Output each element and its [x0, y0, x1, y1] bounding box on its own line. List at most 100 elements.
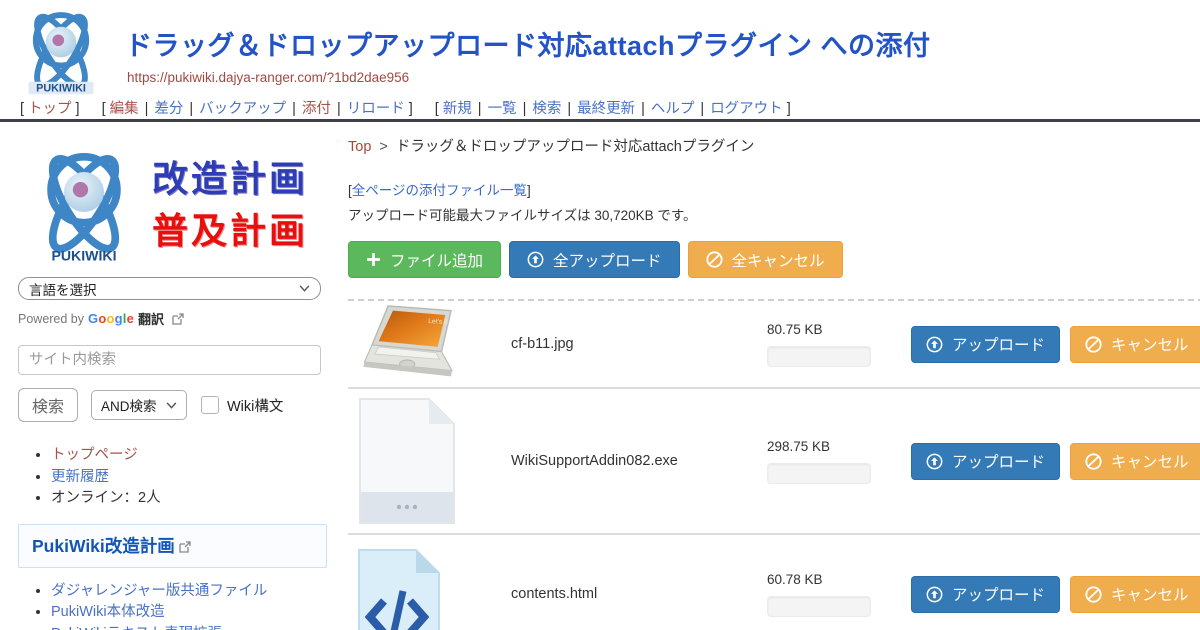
nav-link-diff[interactable]: 差分: [154, 101, 183, 117]
ban-icon: [1085, 586, 1102, 603]
upload-circle-icon: [926, 586, 943, 603]
list-item: ダジャレンジャー版共通ファイル: [51, 581, 333, 602]
external-link-icon: [172, 313, 184, 325]
attach-file-list-line: [全ページの添付ファイル一覧]: [348, 179, 1200, 199]
chevron-down-icon: [299, 285, 310, 292]
nav-link-edit[interactable]: 編集: [110, 101, 139, 117]
bracket: ]: [527, 183, 531, 198]
ban-icon: [1085, 453, 1102, 470]
main-content: Top > ドラッグ＆ドロップアップロード対応attachプラグイン [全ページの添…: [333, 122, 1200, 630]
separator: |: [567, 101, 571, 117]
sidebar-link-history[interactable]: 更新履歴: [51, 469, 109, 485]
upload-circle-icon: [926, 336, 943, 353]
language-select-value: 言語を選択: [29, 279, 97, 299]
upload-button[interactable]: アップロード: [911, 443, 1060, 480]
project-box-link[interactable]: PukiWiki改造計画: [32, 536, 175, 556]
sidebar-top-links: トップページ 更新履歴 オンライン：2人: [18, 445, 333, 509]
nav-link-attach[interactable]: 添付: [302, 101, 331, 117]
sidebar-link-text-ext[interactable]: PukiWikiテキスト表現拡張: [51, 626, 222, 630]
sidebar-link-toppage[interactable]: トップページ: [51, 447, 138, 463]
upload-progress-bar: [767, 346, 871, 367]
search-button[interactable]: 検索: [18, 388, 78, 422]
cancel-all-button[interactable]: 全キャンセル: [688, 241, 843, 278]
page-title: ドラッグ＆ドロップアップロード対応attachプラグイン への添付: [125, 24, 931, 63]
translate-label: 翻訳: [138, 309, 164, 328]
project-box: PukiWiki改造計画: [18, 524, 327, 568]
external-link-icon: [179, 541, 191, 553]
list-item: PukiWikiテキスト表現拡張: [51, 624, 333, 630]
upload-button[interactable]: アップロード: [911, 576, 1060, 613]
nav-link-reload[interactable]: リロード: [347, 101, 405, 117]
pukiwiki-logo: PUKIWIKI: [18, 145, 150, 265]
language-select[interactable]: 言語を選択: [18, 277, 321, 300]
bulk-actions: ファイル追加 全アップロード 全キャンセル: [348, 241, 1200, 278]
online-count: オンライン：2人: [51, 490, 161, 506]
sidebar-link-common-files[interactable]: ダジャレンジャー版共通ファイル: [51, 583, 267, 599]
page-url-link[interactable]: https://pukiwiki.dajya-ranger.com/?1bd2d…: [127, 70, 409, 85]
bracket: [: [20, 101, 24, 117]
upload-all-button[interactable]: 全アップロード: [509, 241, 680, 278]
file-row: Let's 8 cf-b11.jpg 80.75 KB: [348, 301, 1200, 389]
logo-caption: PUKIWIKI: [51, 247, 116, 263]
search-mode-select[interactable]: AND検索: [91, 390, 187, 420]
nav-link-logout[interactable]: ログアウト: [710, 101, 783, 117]
breadcrumb-current: ドラッグ＆ドロップアップロード対応attachプラグイン: [396, 139, 755, 155]
search-mode-value: AND検索: [101, 395, 157, 415]
chevron-down-icon: [166, 402, 177, 409]
file-size: 60.78 KB: [767, 572, 897, 587]
separator: |: [641, 101, 645, 117]
code-file-icon: [358, 549, 440, 630]
bracket: [: [435, 101, 439, 117]
banner-fukyuu-text: 普及計画: [152, 205, 308, 257]
nav-link-help[interactable]: ヘルプ: [651, 101, 695, 117]
list-item: PukiWiki本体改造: [51, 602, 333, 623]
breadcrumb: Top > ドラッグ＆ドロップアップロード対応attachプラグイン: [348, 135, 1200, 156]
separator: |: [189, 101, 193, 117]
wiki-syntax-checkbox[interactable]: [201, 396, 219, 414]
file-row: contents.html 60.78 KB アップロード: [348, 535, 1200, 630]
separator: |: [337, 101, 341, 117]
nav-link-top[interactable]: トップ: [28, 101, 72, 117]
nav-link-backup[interactable]: バックアップ: [199, 101, 286, 117]
ban-icon: [1085, 336, 1102, 353]
google-translate-attribution: Powered by Google 翻訳: [18, 309, 333, 328]
file-name: cf-b11.jpg: [511, 336, 767, 352]
breadcrumb-home-link[interactable]: Top: [348, 139, 371, 155]
file-size: 298.75 KB: [767, 439, 897, 454]
bracket: ]: [76, 101, 80, 117]
attach-file-list-link[interactable]: 全ページの添付ファイル一覧: [352, 183, 527, 198]
nav-link-list[interactable]: 一覧: [488, 101, 517, 117]
ban-icon: [706, 251, 723, 268]
separator: |: [523, 101, 527, 117]
page-header: PUKIWIKI ドラッグ＆ドロップアップロード対応attachプラグイン への…: [0, 0, 1200, 97]
bracket: ]: [409, 101, 413, 117]
nav-link-recent[interactable]: 最終更新: [577, 101, 635, 117]
add-file-button[interactable]: ファイル追加: [348, 241, 501, 278]
upload-button[interactable]: アップロード: [911, 326, 1060, 363]
cancel-button[interactable]: キャンセル: [1070, 443, 1200, 480]
nav-link-new[interactable]: 新規: [443, 101, 472, 117]
google-logo: Google: [88, 311, 134, 326]
file-row: WikiSupportAddin082.exe 298.75 KB アップロード: [348, 389, 1200, 535]
pukiwiki-logo: PUKIWIKI: [16, 6, 106, 98]
breadcrumb-separator: >: [379, 139, 387, 155]
separator: |: [478, 101, 482, 117]
separator: |: [700, 101, 704, 117]
cancel-button[interactable]: キャンセル: [1070, 326, 1200, 363]
file-name: contents.html: [511, 586, 767, 602]
generic-file-icon: [358, 397, 456, 525]
plus-icon: [366, 252, 381, 267]
cancel-button[interactable]: キャンセル: [1070, 576, 1200, 613]
list-item: トップページ: [51, 445, 333, 466]
separator: |: [292, 101, 296, 117]
nav-link-search[interactable]: 検索: [532, 101, 561, 117]
site-search-input[interactable]: [18, 345, 321, 375]
sidebar-banner[interactable]: PUKIWIKI 改造計画 普及計画: [18, 145, 330, 265]
upload-progress-bar: [767, 463, 871, 484]
sidebar: PUKIWIKI 改造計画 普及計画 言語を選択 Powered by Goog…: [0, 122, 333, 630]
upload-queue: Let's 8 cf-b11.jpg 80.75 KB: [348, 299, 1200, 630]
sidebar-main-links: ダジャレンジャー版共通ファイル PukiWiki本体改造 PukiWikiテキス…: [18, 581, 333, 630]
wiki-syntax-label: Wiki構文: [227, 395, 283, 416]
svg-text:Let's 8: Let's 8: [428, 318, 448, 326]
sidebar-link-core-mod[interactable]: PukiWiki本体改造: [51, 604, 165, 620]
